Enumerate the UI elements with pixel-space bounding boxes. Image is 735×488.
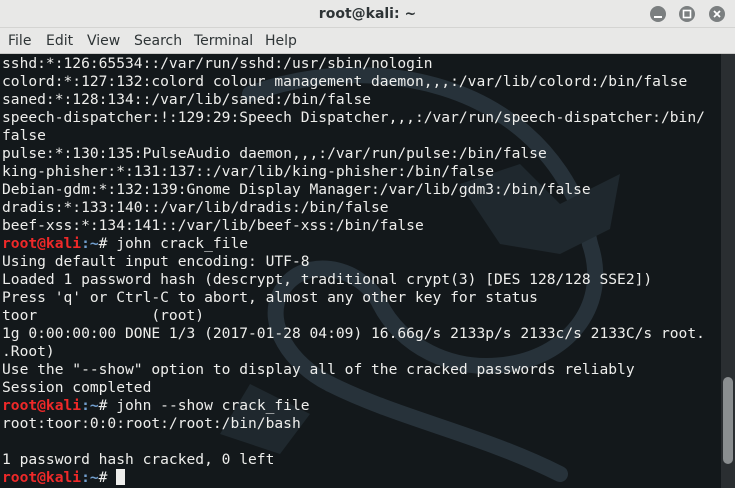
text-cursor [116, 469, 126, 485]
menu-help[interactable]: Help [265, 28, 297, 54]
terminal-line: pulse:*:130:135:PulseAudio daemon,,,:/va… [2, 145, 547, 162]
command-text: john --show crack_file [116, 397, 310, 414]
scrollbar-thumb[interactable] [723, 377, 733, 464]
prompt-path: :~ [81, 397, 99, 414]
terminal-line: 1 password hash cracked, 0 left [2, 451, 275, 468]
title-bar[interactable]: root@kali: ~ [0, 0, 735, 28]
prompt-symbol: # [98, 235, 117, 252]
terminal-line: 1g 0:00:00:00 DONE 1/3 (2017-01-28 04:09… [2, 325, 705, 342]
menu-edit[interactable]: Edit [46, 28, 73, 54]
terminal-line: colord:*:127:132:colord colour managemen… [2, 73, 688, 90]
terminal-line: false [2, 127, 46, 144]
prompt-user-host: root@kali [2, 235, 82, 252]
close-button[interactable] [709, 6, 725, 22]
terminal-line: beef-xss:*:134:141::/var/lib/beef-xss:/b… [2, 217, 424, 234]
menu-file[interactable]: File [8, 28, 31, 54]
minimize-icon [654, 16, 662, 18]
terminal-line: Session completed [2, 379, 152, 396]
menu-bar: File Edit View Search Terminal Help [0, 28, 735, 54]
terminal-line: saned:*:128:134::/var/lib/saned:/bin/fal… [2, 91, 372, 108]
scrollbar[interactable] [721, 54, 735, 488]
prompt-line: root@kali:~# john --show crack_file [2, 397, 721, 415]
terminal-line: dradis:*:133:140::/var/lib/dradis:/bin/f… [2, 199, 389, 216]
prompt-path: :~ [81, 235, 99, 252]
prompt-symbol: # [98, 469, 117, 486]
terminal-line: sshd:*:126:65534::/var/run/sshd:/usr/sbi… [2, 55, 433, 72]
window-title: root@kali: ~ [318, 6, 417, 22]
menu-view[interactable]: View [87, 28, 120, 54]
terminal-line: king-phisher:*:131:137::/var/lib/king-ph… [2, 163, 495, 180]
terminal-line: Press 'q' or Ctrl-C to abort, almost any… [2, 289, 538, 306]
terminal-line: Use the "--show" option to display all o… [2, 361, 635, 378]
prompt-path: :~ [81, 469, 99, 486]
terminal-line: toor (root) [2, 307, 205, 324]
terminal-line: .Root) [2, 343, 55, 360]
prompt-line: root@kali:~# [2, 469, 721, 487]
command-text: john crack_file [116, 235, 249, 252]
terminal-output: sshd:*:126:65534::/var/run/sshd:/usr/sbi… [2, 55, 721, 487]
maximize-button[interactable] [679, 6, 695, 22]
menu-terminal[interactable]: Terminal [194, 28, 253, 54]
terminal-line: Loaded 1 password hash (descrypt, tradit… [2, 271, 653, 288]
prompt-user-host: root@kali [2, 397, 82, 414]
prompt-symbol: # [98, 397, 117, 414]
prompt-user-host: root@kali [2, 469, 82, 486]
prompt-line: root@kali:~# john crack_file [2, 235, 721, 253]
terminal-line: Using default input encoding: UTF-8 [2, 253, 310, 270]
maximize-icon [682, 9, 692, 19]
menu-search[interactable]: Search [134, 28, 182, 54]
terminal-line: root:toor:0:0:root:/root:/bin/bash [2, 415, 301, 432]
terminal-line: Debian-gdm:*:132:139:Gnome Display Manag… [2, 181, 591, 198]
minimize-button[interactable] [650, 6, 666, 22]
close-icon [713, 10, 721, 18]
terminal-area[interactable]: sshd:*:126:65534::/var/run/sshd:/usr/sbi… [0, 54, 721, 488]
terminal-line: speech-dispatcher:!:129:29:Speech Dispat… [2, 109, 705, 126]
